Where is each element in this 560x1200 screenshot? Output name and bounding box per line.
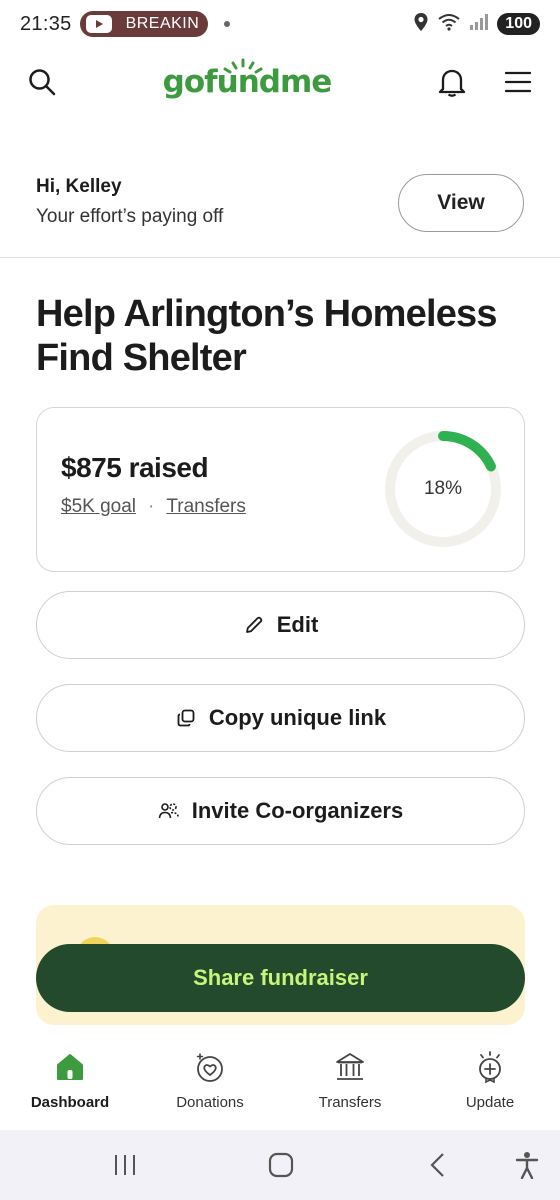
- nav-transfers[interactable]: Transfers: [280, 1030, 420, 1130]
- edit-label: Edit: [276, 612, 319, 637]
- bank-icon: [333, 1050, 367, 1084]
- progress-ring: 18%: [383, 429, 503, 549]
- nav-update[interactable]: Update: [420, 1030, 560, 1130]
- copy-icon: [175, 707, 197, 729]
- app-header: gofundme: [0, 52, 560, 112]
- notification-dot: [223, 21, 230, 27]
- signal-icon: [469, 13, 489, 36]
- fundraiser-title: Help Arlington’s Homeless Find Shelter: [36, 293, 498, 379]
- nav-dashboard-label: Dashboard: [30, 1094, 110, 1111]
- edit-button[interactable]: Edit: [36, 591, 525, 659]
- battery-indicator: 100: [497, 13, 540, 35]
- bell-icon[interactable]: [434, 64, 470, 100]
- people-icon: [158, 800, 180, 822]
- amount-raised: $875 raised: [61, 452, 209, 483]
- transfers-link[interactable]: Transfers: [166, 496, 246, 518]
- update-plus-icon: [473, 1050, 507, 1084]
- goal-link[interactable]: $5K goal: [61, 496, 136, 518]
- back-icon[interactable]: [421, 1150, 455, 1180]
- invite-label: Invite Co-organizers: [191, 798, 404, 823]
- heart-donation-icon: [193, 1050, 227, 1084]
- system-nav-bar: [0, 1130, 560, 1200]
- home-icon: [53, 1050, 87, 1084]
- bottom-nav: Dashboard Donations Transfers Update: [0, 1030, 560, 1130]
- progress-percent: 18%: [423, 478, 463, 499]
- location-icon: [413, 12, 429, 37]
- view-button[interactable]: View: [398, 174, 524, 232]
- youtube-icon: [85, 15, 112, 33]
- search-icon[interactable]: [24, 64, 60, 100]
- nav-donations-label: Donations: [176, 1094, 244, 1111]
- recent-apps-icon[interactable]: [108, 1150, 142, 1180]
- link-separator: ·: [148, 496, 155, 517]
- progress-card: $875 raised $5K goal · Transfers 18%: [36, 407, 525, 572]
- home-button-icon[interactable]: [264, 1150, 298, 1180]
- copy-link-label: Copy unique link: [208, 705, 387, 730]
- share-fundraiser-button[interactable]: Share fundraiser: [36, 944, 525, 1012]
- notification-text: BREAKIN: [125, 15, 200, 32]
- nav-dashboard[interactable]: Dashboard: [0, 1030, 140, 1130]
- gofundme-logo[interactable]: gofundme: [163, 58, 332, 100]
- pencil-icon: [243, 614, 265, 636]
- status-bar: 21:35 BREAKIN 100: [0, 0, 560, 48]
- invite-coorganizers-button[interactable]: Invite Co-organizers: [36, 777, 525, 845]
- accessibility-icon[interactable]: [510, 1150, 544, 1180]
- notification-pill[interactable]: BREAKIN: [79, 11, 208, 37]
- greeting-message: Your effort’s paying off: [36, 206, 224, 227]
- greeting-name: Hi, Kelley: [36, 176, 122, 197]
- nav-transfers-label: Transfers: [318, 1094, 382, 1111]
- copy-link-button[interactable]: Copy unique link: [36, 684, 525, 752]
- menu-icon[interactable]: [500, 64, 536, 100]
- status-time: 21:35: [20, 12, 72, 35]
- card-links: $5K goal · Transfers: [61, 496, 246, 518]
- nav-donations[interactable]: Donations: [140, 1030, 280, 1130]
- greeting-section: Hi, Kelley Your effort’s paying off View: [0, 150, 560, 258]
- logo-sun-rays: [223, 58, 263, 74]
- wifi-icon: [437, 12, 461, 37]
- nav-update-label: Update: [465, 1094, 515, 1111]
